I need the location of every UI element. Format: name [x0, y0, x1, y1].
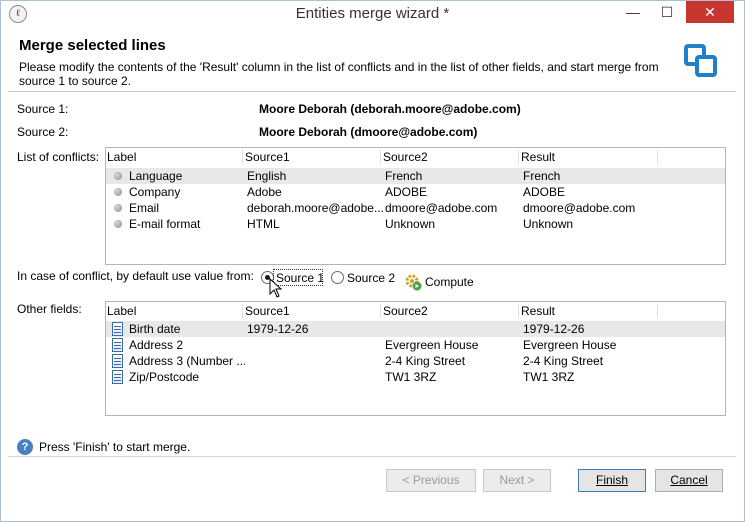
table-row[interactable]: E-mail format HTML Unknown Unknown [106, 216, 725, 232]
field-bullet-icon [114, 172, 122, 180]
cell-label: Address 3 (Number ... [129, 354, 245, 368]
cell-result[interactable]: 2-4 King Street [523, 353, 657, 369]
wizard-window: ℓ Entities merge wizard * — ☐ ✕ Merge se… [0, 0, 745, 522]
finish-hint: Press 'Finish' to start merge. [39, 440, 191, 454]
column-divider [657, 150, 658, 164]
cell-result[interactable]: Unknown [523, 216, 657, 232]
radio-source2-label[interactable]: Source 2 [347, 271, 395, 285]
source2-value: Moore Deborah (dmoore@adobe.com) [259, 125, 478, 139]
table-row[interactable]: Language English French French [106, 168, 725, 184]
field-bullet-icon [114, 220, 122, 228]
column-divider [380, 304, 381, 318]
cell-label: Company [129, 185, 181, 199]
field-document-icon [112, 338, 123, 352]
cell-label: Zip/Postcode [129, 370, 200, 384]
column-divider [657, 304, 658, 318]
cell-result[interactable]: dmoore@adobe.com [523, 200, 657, 216]
help-icon: ? [17, 439, 33, 455]
field-document-icon [112, 370, 123, 384]
radio-source2[interactable] [331, 271, 344, 284]
table-row[interactable]: Birth date 1979-12-26 1979-12-26 [106, 321, 725, 337]
column-header-label[interactable]: Label [107, 304, 136, 318]
table-row[interactable]: Address 2 Evergreen House Evergreen Hous… [106, 337, 725, 353]
source1-label: Source 1: [17, 102, 69, 116]
cell-source2: ADOBE [385, 185, 428, 199]
title-bar: ℓ Entities merge wizard * — ☐ ✕ [1, 1, 744, 27]
conflicts-label: List of conflicts: [17, 150, 100, 164]
previous-button[interactable]: < Previous [386, 469, 476, 492]
column-header-source2[interactable]: Source2 [383, 304, 428, 318]
close-button[interactable]: ✕ [686, 1, 734, 23]
cell-result[interactable]: ADOBE [523, 184, 657, 200]
cell-source2: dmoore@adobe.com [385, 201, 498, 215]
merge-icon [684, 44, 717, 77]
cell-source2: French [385, 169, 423, 183]
cancel-button[interactable]: Cancel [655, 469, 723, 492]
cell-source1: English [247, 169, 287, 183]
radio-source1-label[interactable]: Source 1 [276, 271, 324, 285]
table-row[interactable]: Zip/Postcode TW1 3RZ TW1 3RZ [106, 369, 725, 385]
source1-value: Moore Deborah (deborah.moore@adobe.com) [259, 102, 521, 116]
wizard-header: Merge selected lines Please modify the c… [8, 29, 736, 91]
column-header-source1[interactable]: Source1 [245, 150, 290, 164]
page-title: Merge selected lines [19, 37, 166, 54]
table-row[interactable]: Email deborah.moore@adobe... dmoore@adob… [106, 200, 725, 216]
cell-source2: 2-4 King Street [385, 354, 466, 368]
cell-source1: 1979-12-26 [247, 322, 309, 336]
column-divider [518, 150, 519, 164]
column-header-source1[interactable]: Source1 [245, 304, 290, 318]
field-document-icon [112, 354, 123, 368]
other-fields-header: Label Source1 Source2 Result [106, 302, 725, 320]
column-divider [518, 304, 519, 318]
finish-button-label: Finish [595, 473, 628, 487]
conflicts-header: Label Source1 Source2 Result [106, 148, 725, 166]
cell-source1: HTML [247, 217, 280, 231]
cell-result[interactable]: French [523, 168, 657, 184]
conflicts-table[interactable]: Label Source1 Source2 Result Language En… [105, 147, 726, 265]
column-divider [242, 304, 243, 318]
cell-result[interactable]: 1979-12-26 [523, 321, 657, 337]
column-divider [242, 150, 243, 164]
column-divider [380, 150, 381, 164]
cell-label: Address 2 [129, 338, 184, 352]
cell-source2: Evergreen House [385, 338, 479, 352]
other-fields-label: Other fields: [17, 302, 82, 316]
column-header-result[interactable]: Result [521, 304, 555, 318]
default-choice-label: In case of conflict, by default use valu… [17, 269, 254, 283]
column-header-label[interactable]: Label [107, 150, 136, 164]
minimize-button[interactable]: — [618, 1, 648, 23]
wizard-body: Source 1: Moore Deborah (deborah.moore@a… [8, 92, 736, 497]
source2-label: Source 2: [17, 125, 69, 139]
cell-source1: Adobe [247, 185, 282, 199]
compute-button[interactable]: Compute [425, 275, 474, 289]
cell-result[interactable]: Evergreen House [523, 337, 657, 353]
cell-label: Email [129, 201, 160, 215]
finish-button[interactable]: Finish [578, 469, 646, 492]
cancel-button-label: Cancel [670, 473, 708, 487]
cell-label: E-mail format [129, 217, 201, 231]
other-fields-table[interactable]: Label Source1 Source2 Result Birth date … [105, 301, 726, 416]
column-header-source2[interactable]: Source2 [383, 150, 428, 164]
page-description: Please modify the contents of the 'Resul… [19, 60, 659, 88]
mouse-cursor-icon [269, 278, 283, 298]
compute-gear-icon[interactable] [404, 273, 422, 291]
field-bullet-icon [114, 204, 122, 212]
next-button[interactable]: Next > [483, 469, 551, 492]
maximize-button[interactable]: ☐ [652, 1, 682, 23]
footer-separator [8, 456, 736, 457]
field-document-icon [112, 322, 123, 336]
cell-source2: TW1 3RZ [385, 370, 437, 384]
cell-label: Language [129, 169, 183, 183]
column-header-result[interactable]: Result [521, 150, 555, 164]
cell-source2: Unknown [385, 217, 436, 231]
cell-result[interactable]: TW1 3RZ [523, 369, 657, 385]
cell-source1: deborah.moore@adobe... [247, 201, 383, 215]
field-bullet-icon [114, 188, 122, 196]
table-row[interactable]: Company Adobe ADOBE ADOBE [106, 184, 725, 200]
table-row[interactable]: Address 3 (Number ... 2-4 King Street 2-… [106, 353, 725, 369]
cell-label: Birth date [129, 322, 181, 336]
